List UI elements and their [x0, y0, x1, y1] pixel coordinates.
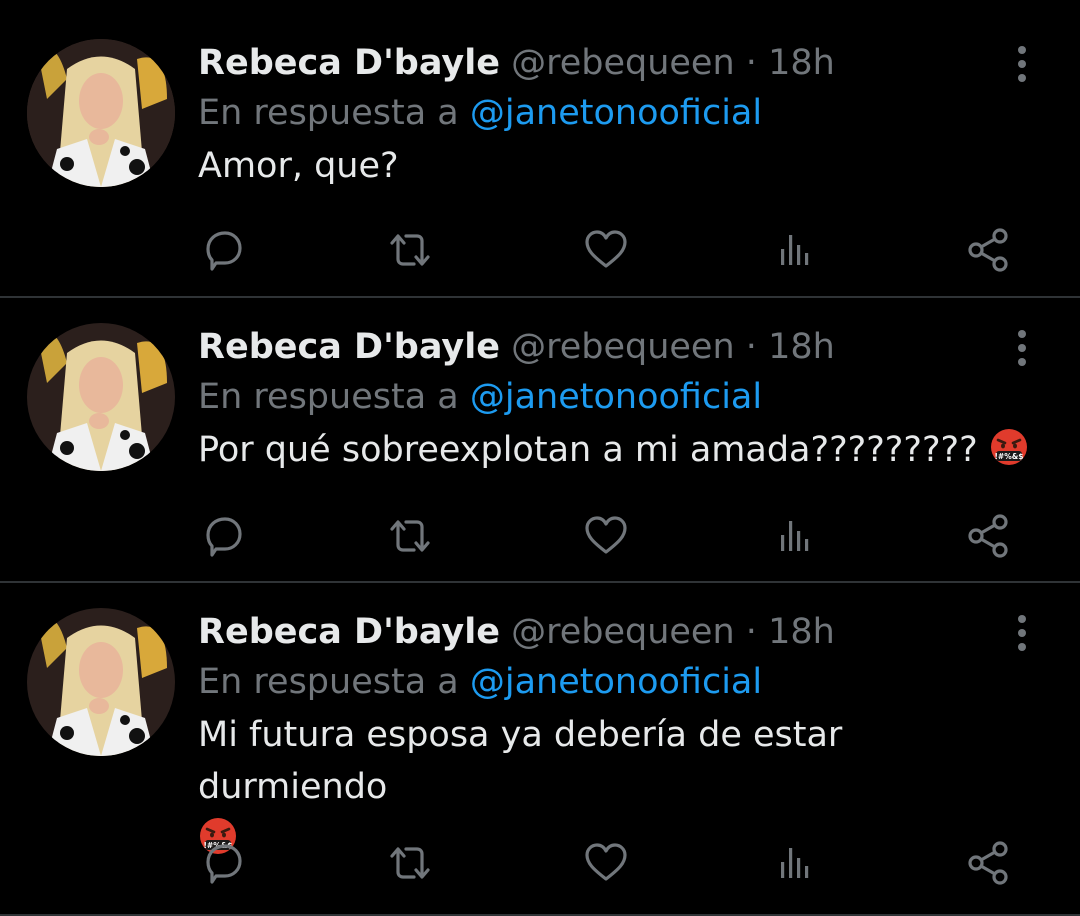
retweet-icon	[390, 234, 430, 266]
avatar[interactable]	[27, 39, 175, 187]
heart-icon	[585, 230, 627, 268]
tweet-actions	[198, 225, 1010, 275]
like-button[interactable]	[581, 511, 631, 561]
reply-button[interactable]	[198, 838, 248, 888]
tweet-actions	[198, 838, 1010, 888]
retweet-icon	[390, 520, 430, 552]
views-icon	[781, 235, 809, 265]
reply-context: En respuesta a @janetonooficial	[198, 88, 1040, 138]
share-button[interactable]	[964, 225, 1014, 275]
retweet-button[interactable]	[384, 511, 434, 561]
reply-icon	[206, 231, 242, 271]
like-button[interactable]	[581, 838, 631, 888]
reply-prefix: En respuesta a	[198, 93, 459, 133]
tweet-header: Rebeca D'bayle @rebequeen · 18h	[198, 38, 1040, 88]
tweet-text-content: Amor, que?	[198, 146, 399, 186]
tweet-body: Rebeca D'bayle @rebequeen · 18h En respu…	[198, 607, 1040, 865]
face-with-symbols-on-mouth-icon: !#%&$	[990, 429, 1027, 465]
views-icon	[781, 848, 809, 878]
reply-icon	[206, 517, 242, 557]
timestamp[interactable]: 18h	[768, 612, 835, 652]
more-vertical-icon	[1018, 330, 1026, 366]
tweet-text: Por qué sobreexplotan a mi amada????????…	[198, 424, 1040, 476]
share-icon	[968, 514, 1008, 558]
tweet-body: Rebeca D'bayle @rebequeen · 18h En respu…	[198, 38, 1040, 192]
avatar[interactable]	[27, 323, 175, 471]
views-button[interactable]	[770, 511, 820, 561]
more-vertical-icon	[1018, 46, 1026, 82]
tweet-header: Rebeca D'bayle @rebequeen · 18h	[198, 607, 1040, 657]
reply-icon	[206, 844, 242, 884]
separator-dot: ·	[745, 327, 757, 367]
reply-context: En respuesta a @janetonooficial	[198, 372, 1040, 422]
separator-dot: ·	[745, 43, 757, 83]
tweet-body: Rebeca D'bayle @rebequeen · 18h En respu…	[198, 322, 1040, 476]
views-icon	[781, 521, 809, 551]
views-button[interactable]	[770, 225, 820, 275]
tweet-actions	[198, 511, 1010, 561]
user-handle[interactable]: @rebequeen	[511, 43, 735, 83]
tweet[interactable]: Rebeca D'bayle @rebequeen · 18h En respu…	[0, 0, 1080, 298]
tweet-text: Amor, que?	[198, 140, 1040, 192]
views-button[interactable]	[770, 838, 820, 888]
heart-icon	[585, 843, 627, 881]
share-button[interactable]	[964, 511, 1014, 561]
timestamp[interactable]: 18h	[768, 327, 835, 367]
retweet-button[interactable]	[384, 838, 434, 888]
like-button[interactable]	[581, 225, 631, 275]
tweet-text-content: Mi futura esposa ya debería de estar dur…	[198, 715, 843, 807]
display-name[interactable]: Rebeca D'bayle	[198, 612, 500, 652]
user-handle[interactable]: @rebequeen	[511, 612, 735, 652]
separator-dot: ·	[745, 612, 757, 652]
reply-prefix: En respuesta a	[198, 377, 459, 417]
reply-prefix: En respuesta a	[198, 662, 459, 702]
share-icon	[968, 228, 1008, 272]
share-button[interactable]	[964, 838, 1014, 888]
heart-icon	[585, 516, 627, 554]
reply-context: En respuesta a @janetonooficial	[198, 657, 1040, 707]
more-vertical-icon	[1018, 615, 1026, 651]
share-icon	[968, 841, 1008, 885]
reply-button[interactable]	[198, 511, 248, 561]
tweet[interactable]: Rebeca D'bayle @rebequeen · 18h En respu…	[0, 298, 1080, 583]
tweet-header: Rebeca D'bayle @rebequeen · 18h	[198, 322, 1040, 372]
display-name[interactable]: Rebeca D'bayle	[198, 327, 500, 367]
user-handle[interactable]: @rebequeen	[511, 327, 735, 367]
more-options-button[interactable]	[1008, 613, 1036, 653]
reply-mention-link[interactable]: @janetonooficial	[470, 377, 762, 417]
tweet[interactable]: Rebeca D'bayle @rebequeen · 18h En respu…	[0, 583, 1080, 916]
display-name[interactable]: Rebeca D'bayle	[198, 43, 500, 83]
avatar[interactable]	[27, 608, 175, 756]
more-options-button[interactable]	[1008, 328, 1036, 368]
svg-text:!#%&$: !#%&$	[994, 452, 1023, 461]
reply-button[interactable]	[198, 225, 248, 275]
retweet-button[interactable]	[384, 225, 434, 275]
tweet-text-content: Por qué sobreexplotan a mi amada????????…	[198, 430, 978, 470]
reply-mention-link[interactable]: @janetonooficial	[470, 662, 762, 702]
reply-mention-link[interactable]: @janetonooficial	[470, 93, 762, 133]
more-options-button[interactable]	[1008, 44, 1036, 84]
timestamp[interactable]: 18h	[768, 43, 835, 83]
retweet-icon	[390, 847, 430, 879]
